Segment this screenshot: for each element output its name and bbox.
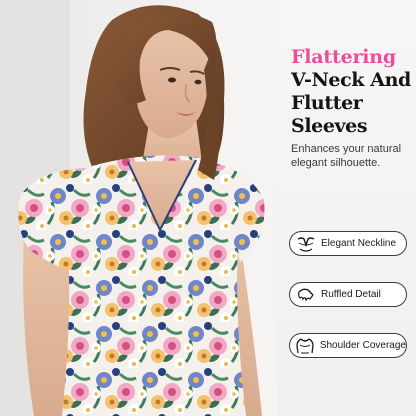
feature-pill-shoulder: Shoulder Coverage — [289, 333, 407, 358]
headline-line: Sleeves — [291, 115, 368, 137]
feature-pill-neckline: Elegant Neckline — [289, 231, 407, 256]
neckline-icon — [295, 234, 317, 254]
ruffle-icon — [295, 285, 317, 305]
feature-label: Ruffled Detail — [321, 289, 381, 300]
model-photo — [0, 0, 282, 416]
feature-pill-ruffle: Ruffled Detail — [289, 282, 407, 307]
headline-line: Flutter — [291, 92, 363, 114]
product-feature-banner: Flattering V-Neck And Flutter Sleeves En… — [0, 0, 416, 416]
headline-line: V-Neck And — [291, 69, 411, 91]
headline-accent: Flattering — [291, 46, 396, 68]
subtitle: Enhances your natural elegant silhouette… — [291, 143, 402, 169]
shoulder-icon — [295, 336, 316, 356]
feature-label: Elegant Neckline — [321, 238, 397, 249]
feature-label: Shoulder Coverage — [319, 340, 406, 351]
